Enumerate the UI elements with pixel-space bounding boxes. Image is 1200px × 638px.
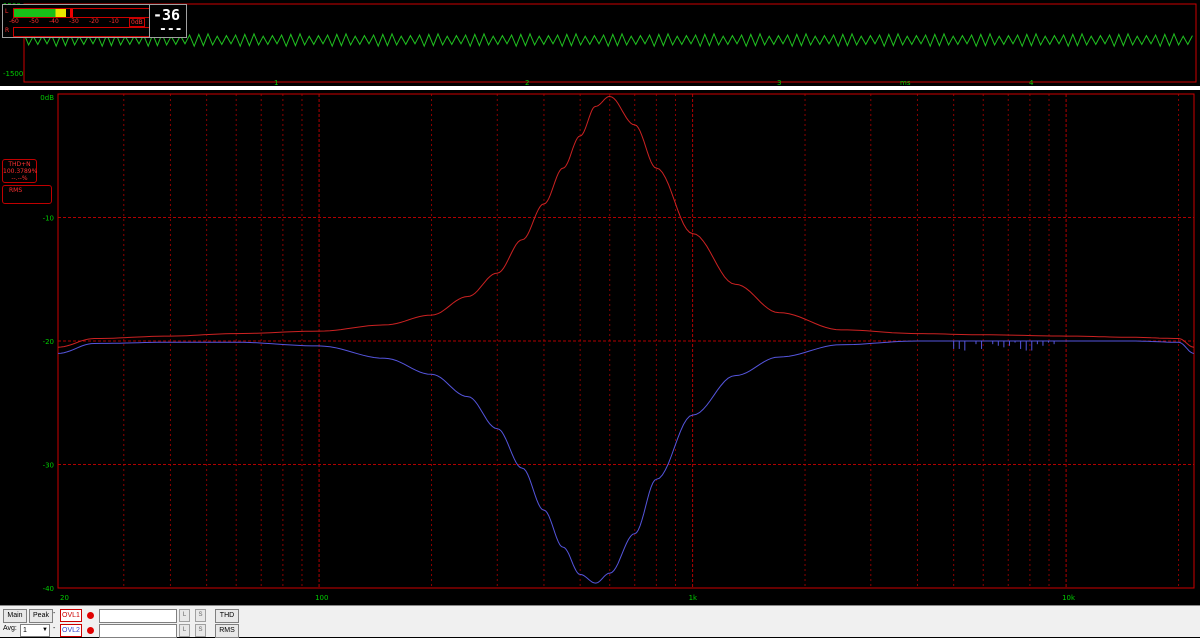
avg-select[interactable]: 1 ▼	[20, 624, 50, 637]
y-tick-label: 0dB	[40, 94, 54, 102]
avg-value: 1	[23, 627, 27, 634]
meter-peak-marker	[70, 9, 73, 17]
osc-x-tick: 3	[777, 79, 781, 86]
meter-channel-r: R	[5, 27, 151, 37]
separator-dash: -	[53, 610, 56, 617]
x-tick-label: 1k	[689, 594, 698, 602]
meter-scale-label: -60	[9, 18, 19, 25]
series-line-red	[57, 95, 1195, 348]
y-tick-label: -30	[43, 462, 54, 470]
oscilloscope-trace	[23, 32, 1193, 48]
meter-scale-label: -50	[29, 18, 39, 25]
s-button-1[interactable]: S	[195, 609, 206, 622]
meter-scale: -60 -50 -40 -30 -20 -10 0dB	[9, 18, 151, 27]
axis-ticks: 0dB -10 -20 -30 -40 20 100 1k 10k	[40, 94, 1076, 602]
meter-l-label: L	[5, 8, 9, 15]
meter-scale-label: 0dB	[129, 18, 145, 27]
level-meter: L -60 -50 -40 -30 -20 -10 0dB R	[2, 4, 152, 38]
osc-x-unit: ms	[900, 79, 911, 86]
rms-title: RMS	[9, 187, 23, 194]
thd-value: 100.3789%	[3, 168, 38, 175]
y-tick-label: -40	[43, 585, 54, 593]
oscilloscope-panel: 1500 -1500 1 2 3 4 ms L -60 -50 -40 -30 …	[0, 0, 1200, 87]
thd-button[interactable]: THD	[215, 609, 239, 623]
avg-label: Avg:	[3, 625, 17, 632]
meter-scale-label: -30	[69, 18, 79, 25]
l-button-1[interactable]: L	[179, 609, 190, 622]
bottom-toolbar: Main Peak - OVL1 L S THD Avg: 1 ▼ - OVL2…	[0, 605, 1200, 638]
x-tick-label: 100	[315, 594, 328, 602]
x-tick-label: 20	[60, 594, 69, 602]
osc-x-tick: 4	[1029, 79, 1034, 86]
meter-scale-label: -10	[109, 18, 119, 25]
separator-dash: -	[53, 625, 56, 632]
meter-channel-l: L	[5, 8, 151, 18]
y-tick-label: -10	[43, 215, 54, 223]
osc-y-bottom-label: -1500	[3, 70, 23, 78]
series-layer	[57, 95, 1195, 584]
ovl1-indicator[interactable]: OVL1	[60, 609, 82, 622]
series-line-blue	[57, 340, 1195, 584]
meter-scale-label: -40	[49, 18, 59, 25]
x-tick-label: 10k	[1062, 594, 1076, 602]
frequency-response-panel: 0dB -10 -20 -30 -40 20 100 1k 10k THD+N 100.3789…	[0, 90, 1200, 605]
frequency-response-chart: 0dB -10 -20 -30 -40 20 100 1k 10k	[40, 93, 1195, 602]
chevron-down-icon: ▼	[42, 627, 48, 633]
meter-r-track	[13, 27, 151, 37]
l-button-2[interactable]: L	[179, 624, 190, 637]
osc-x-tick: 1	[274, 79, 278, 86]
level-readout: -36 ---	[149, 4, 187, 38]
main-button[interactable]: Main	[3, 609, 27, 623]
thd-readout-box[interactable]: THD+N 100.3789% --.--%	[2, 159, 37, 183]
meter-l-track	[13, 8, 151, 18]
peak-button[interactable]: Peak	[29, 609, 53, 623]
meter-l-fill	[14, 9, 66, 17]
meter-r-label: R	[5, 27, 10, 34]
osc-x-tick: 2	[525, 79, 529, 86]
thd-sub: --.--%	[11, 175, 28, 182]
ovl1-field[interactable]	[99, 609, 177, 623]
level-readout-r: ---	[159, 22, 183, 37]
ovl2-led-icon	[87, 627, 94, 634]
thd-title: THD+N	[8, 161, 31, 168]
meter-scale-label: -20	[89, 18, 99, 25]
ovl1-led-icon	[87, 612, 94, 619]
rms-readout-box[interactable]: RMS	[2, 185, 52, 204]
ovl2-indicator[interactable]: OVL2	[60, 624, 82, 637]
s-button-2[interactable]: S	[195, 624, 206, 637]
y-tick-label: -20	[43, 338, 54, 346]
